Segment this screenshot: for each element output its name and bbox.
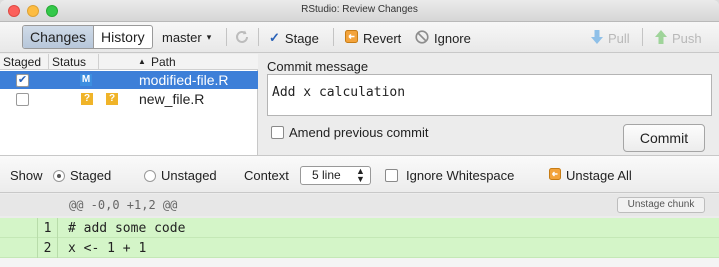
file-row-modified[interactable]: ✔ M modified-file.R [0,71,258,89]
revert-icon [345,30,358,46]
diff-options-bar: Show Staged Unstaged Context 5 line ▲ ▼ I… [0,155,719,193]
ignore-button[interactable]: Ignore [415,30,471,47]
status-untracked-badge: ? [81,93,93,105]
chevron-down-icon: ▾ [206,32,212,42]
status-modified-badge: M [80,74,92,86]
toolbar: Changes History master ▾ ✓ Stage Revert [0,22,719,53]
column-header-path[interactable]: Path [151,55,176,69]
push-label: Push [672,31,702,46]
context-label: Context [244,168,289,183]
ignore-whitespace-label: Ignore Whitespace [406,168,515,183]
old-line-number [0,238,38,258]
window-title: RStudio: Review Changes [301,4,418,15]
toolbar-divider [333,28,334,46]
commit-message-input[interactable]: Add x calculation [267,74,712,116]
pull-arrow-icon [591,30,603,47]
staged-checkbox[interactable]: ✔ [16,74,29,87]
old-line-number [0,218,38,238]
pull-button[interactable]: Pull [591,30,630,47]
show-staged-option[interactable]: Staged [53,168,111,183]
staged-checkbox[interactable] [16,93,29,106]
title-bar: RStudio: Review Changes [0,0,719,22]
status-untracked-badge: ? [106,93,118,105]
push-arrow-icon [655,30,667,47]
refresh-button[interactable] [233,28,251,49]
revert-button[interactable]: Revert [345,30,401,46]
code-text: x <- 1 + 1 [68,241,147,256]
column-divider [98,54,99,70]
new-line-number: 1 [38,218,58,238]
show-label: Show [10,168,43,183]
pull-label: Pull [608,31,630,46]
stage-label: Stage [284,30,319,46]
unstaged-radio[interactable] [144,169,156,182]
stepper-arrows-icon: ▲ ▼ [356,166,365,184]
revert-icon [549,168,561,183]
unstage-chunk-button[interactable]: Unstage chunk [617,197,705,213]
diff-bottom [0,258,719,267]
toolbar-divider [226,28,227,46]
hunk-range: @@ -0,0 +1,2 @@ [69,198,178,212]
sort-ascending-icon: ▲ [138,57,146,66]
revert-label: Revert [363,30,402,46]
tab-changes[interactable]: Changes [23,26,95,48]
unstage-all-label: Unstage All [566,168,632,183]
commit-message-label: Commit message [267,59,369,74]
toolbar-divider [258,28,259,46]
ignore-whitespace-option[interactable]: Ignore Whitespace [385,168,514,183]
commit-button[interactable]: Commit [623,124,705,152]
toolbar-divider [642,28,643,46]
refresh-icon [233,28,251,49]
ignore-icon [415,30,429,47]
diff-line[interactable]: 1 # add some code [0,218,719,238]
commit-pane: Commit message Add x calculation Amend p… [259,54,719,155]
context-value: 5 line [312,168,341,182]
branch-dropdown[interactable]: master ▾ [162,30,211,45]
amend-checkbox[interactable] [271,126,284,139]
file-list-pane: Staged Status ▲ Path ✔ M modified-file.R… [0,54,258,155]
ignore-whitespace-checkbox[interactable] [385,169,398,182]
amend-label: Amend previous commit [289,125,429,140]
diff-hunk-header: @@ -0,0 +1,2 @@ Unstage chunk [0,194,719,216]
unstaged-radio-label: Unstaged [161,168,217,183]
file-path: modified-file.R [139,72,229,88]
column-header-staged[interactable]: Staged [3,55,41,69]
amend-commit-option[interactable]: Amend previous commit [271,125,428,140]
column-divider [48,54,49,70]
unstage-all-button[interactable]: Unstage All [549,168,632,183]
file-list-header: Staged Status ▲ Path [0,54,258,70]
tab-history[interactable]: History [94,26,152,48]
checkmark-icon: ✓ [269,30,280,45]
column-header-status[interactable]: Status [52,55,86,69]
new-line-number: 2 [38,238,58,258]
review-changes-window: RStudio: Review Changes Changes History … [0,0,719,267]
ignore-label: Ignore [434,31,471,46]
file-row-new[interactable]: ? ? new_file.R [0,90,258,108]
diff-line[interactable]: 2 x <- 1 + 1 [0,238,719,258]
context-select[interactable]: 5 line ▲ ▼ [300,166,371,185]
branch-name: master [162,30,202,45]
view-switcher: Changes History [22,25,153,49]
code-text: # add some code [68,221,186,236]
push-button[interactable]: Push [655,30,702,47]
file-path: new_file.R [139,91,205,107]
show-unstaged-option[interactable]: Unstaged [144,168,217,183]
stage-button[interactable]: ✓ Stage [269,30,319,46]
staged-radio-label: Staged [70,168,112,183]
staged-radio[interactable] [53,169,65,182]
